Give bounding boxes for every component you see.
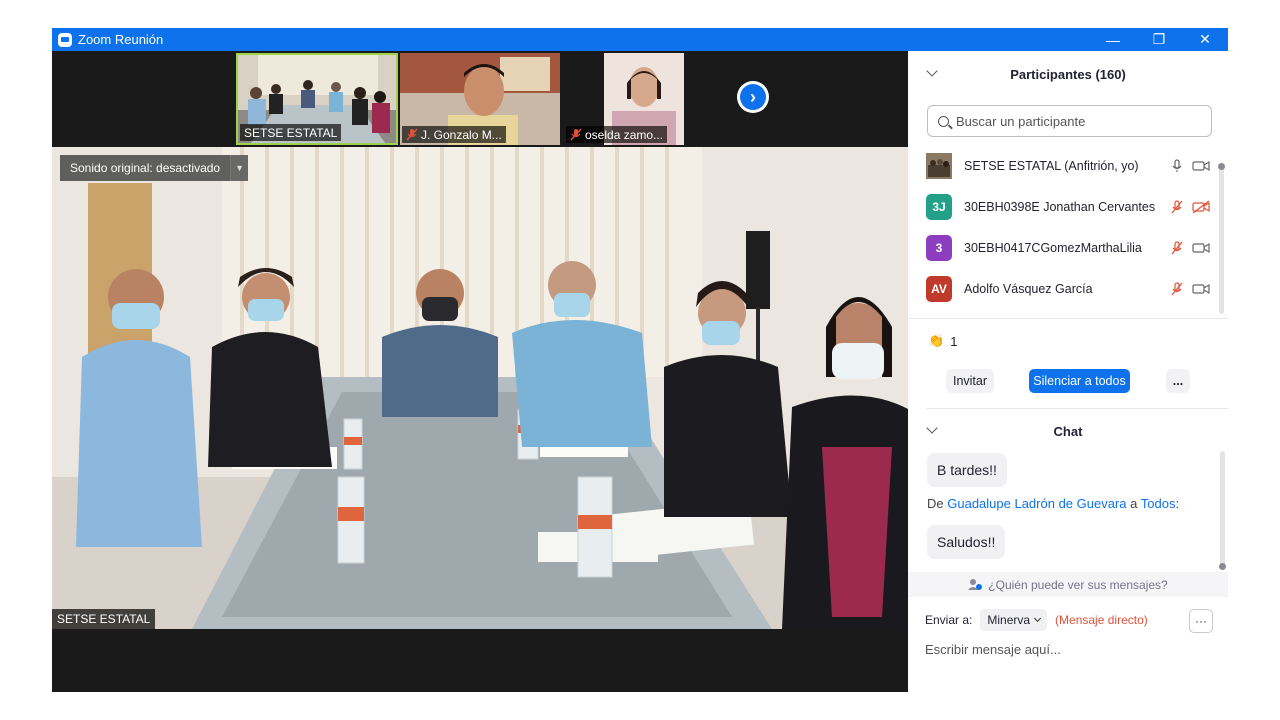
- participants-title: Participantes (160): [1010, 66, 1126, 82]
- side-panel: Participantes (160) Buscar un participan…: [908, 51, 1228, 692]
- thumbnail-video[interactable]: SETSE ESTATAL: [236, 53, 398, 145]
- video-off-icon[interactable]: [1190, 199, 1212, 215]
- room-photo-avatar: [926, 152, 952, 179]
- close-button[interactable]: ✕: [1182, 28, 1228, 51]
- video-camera-icon[interactable]: [1190, 240, 1212, 256]
- thumbnail-label: J. Gonzalo M...: [402, 126, 506, 143]
- mic-icon[interactable]: [1166, 158, 1188, 174]
- participant-list: SETSE ESTATAL (Anfitrión, yo) 3J 30EBH03…: [908, 145, 1218, 316]
- participant-row[interactable]: AV Adolfo Vásquez García: [926, 268, 1212, 309]
- clap-icon: 👏: [928, 333, 945, 348]
- video-camera-icon[interactable]: [1190, 158, 1212, 174]
- conference-room-video: [52, 147, 908, 629]
- thumbnail-video[interactable]: oselda zamo...: [564, 53, 724, 145]
- mic-muted-icon[interactable]: [1166, 281, 1188, 297]
- reaction-count: 👏 1: [928, 333, 957, 349]
- participant-row[interactable]: 3J 30EBH0398E Jonathan Cervantes: [926, 186, 1212, 227]
- video-camera-icon[interactable]: [1190, 281, 1212, 297]
- thumbnail-video[interactable]: J. Gonzalo M...: [400, 53, 560, 145]
- title-bar: Zoom Reunión — ❐ ✕: [52, 28, 1228, 51]
- thumbnail-label: oselda zamo...: [566, 126, 668, 143]
- mic-muted-icon[interactable]: [1166, 199, 1188, 215]
- reaction-number: 1: [950, 333, 958, 349]
- message-sender-line: De Guadalupe Ladrón de Guevara a Todos:: [927, 496, 1180, 511]
- recipient-dropdown[interactable]: Minerva: [980, 609, 1048, 631]
- chat-title: Chat: [1053, 423, 1083, 439]
- participant-name: 30EBH0398E Jonathan Cervantes: [964, 199, 1156, 214]
- mic-muted-icon: [406, 128, 418, 141]
- participant-list-scrollbar[interactable]: [1218, 163, 1225, 314]
- send-to-label: Enviar a:: [925, 613, 973, 627]
- original-sound-label: Sonido original: desactivado: [60, 155, 231, 181]
- search-placeholder: Buscar un participante: [956, 113, 1086, 129]
- participants-header: Participantes (160): [908, 51, 1228, 97]
- thumbnail-strip: SETSE ESTATAL J. Gonzalo M... oselda zam…: [52, 51, 908, 147]
- mic-muted-icon: [570, 128, 582, 141]
- mute-all-button[interactable]: Silenciar a todos: [1029, 369, 1130, 393]
- participant-row[interactable]: 3 30EBH0417CGomezMarthaLilia: [926, 227, 1212, 268]
- dropdown-arrow-icon[interactable]: ▼: [230, 155, 249, 181]
- zoom-app-icon: [58, 32, 72, 47]
- recipient-link[interactable]: Todos: [1141, 496, 1176, 511]
- person-icon: [968, 579, 983, 590]
- who-can-see-messages[interactable]: ¿Quién puede ver sus mensajes?: [908, 572, 1228, 597]
- participant-row[interactable]: SETSE ESTATAL (Anfitrión, yo): [926, 145, 1212, 186]
- chevron-down-icon: [1034, 614, 1042, 623]
- active-speaker-video: Sonido original: desactivado ▼ SETSE EST…: [52, 147, 908, 629]
- mic-muted-icon[interactable]: [1166, 240, 1188, 256]
- restore-button[interactable]: ❐: [1136, 28, 1182, 51]
- video-area: SETSE ESTATAL J. Gonzalo M... oselda zam…: [52, 51, 908, 692]
- search-icon: [938, 115, 949, 127]
- avatar: 3: [926, 234, 952, 261]
- thumbnail-label: SETSE ESTATAL: [240, 124, 342, 141]
- chat-message: Saludos!!: [927, 525, 1006, 559]
- participant-name: 30EBH0417CGomezMarthaLilia: [964, 240, 1142, 255]
- active-speaker-label: SETSE ESTATAL: [52, 609, 156, 629]
- chat-message: B tardes!!: [927, 453, 1007, 487]
- more-options-button[interactable]: ...: [1166, 369, 1190, 393]
- invite-button[interactable]: Invitar: [946, 369, 994, 393]
- window-title: Zoom Reunión: [78, 32, 164, 47]
- chat-more-button[interactable]: ···: [1189, 609, 1213, 633]
- avatar: 3J: [926, 193, 952, 220]
- next-page-button[interactable]: ›: [737, 81, 769, 113]
- avatar: [926, 152, 952, 179]
- participant-name: Adolfo Vásquez García: [964, 281, 1093, 296]
- minimize-button[interactable]: —: [1090, 28, 1136, 51]
- divider: [908, 318, 1228, 319]
- chat-header: Chat: [908, 409, 1228, 453]
- avatar: AV: [926, 275, 952, 302]
- chevron-down-icon[interactable]: [926, 422, 938, 434]
- chevron-down-icon[interactable]: [926, 65, 938, 77]
- participant-name: SETSE ESTATAL (Anfitrión, yo): [964, 158, 1139, 173]
- sender-name-link[interactable]: Guadalupe Ladrón de Guevara: [947, 496, 1126, 511]
- send-to-row: Enviar a: Minerva (Mensaje directo): [925, 609, 1148, 631]
- zoom-meeting-window: Zoom Reunión — ❐ ✕ SETSE ESTATAL J. Gonz…: [52, 28, 1228, 692]
- original-sound-toggle[interactable]: Sonido original: desactivado ▼: [60, 155, 249, 181]
- direct-message-label: (Mensaje directo): [1055, 613, 1148, 627]
- participant-search-input[interactable]: Buscar un participante: [927, 105, 1212, 137]
- chat-scrollbar[interactable]: [1219, 451, 1226, 570]
- chevron-right-icon: ›: [740, 84, 766, 110]
- chat-message-input[interactable]: Escribir mensaje aquí...: [925, 642, 1061, 657]
